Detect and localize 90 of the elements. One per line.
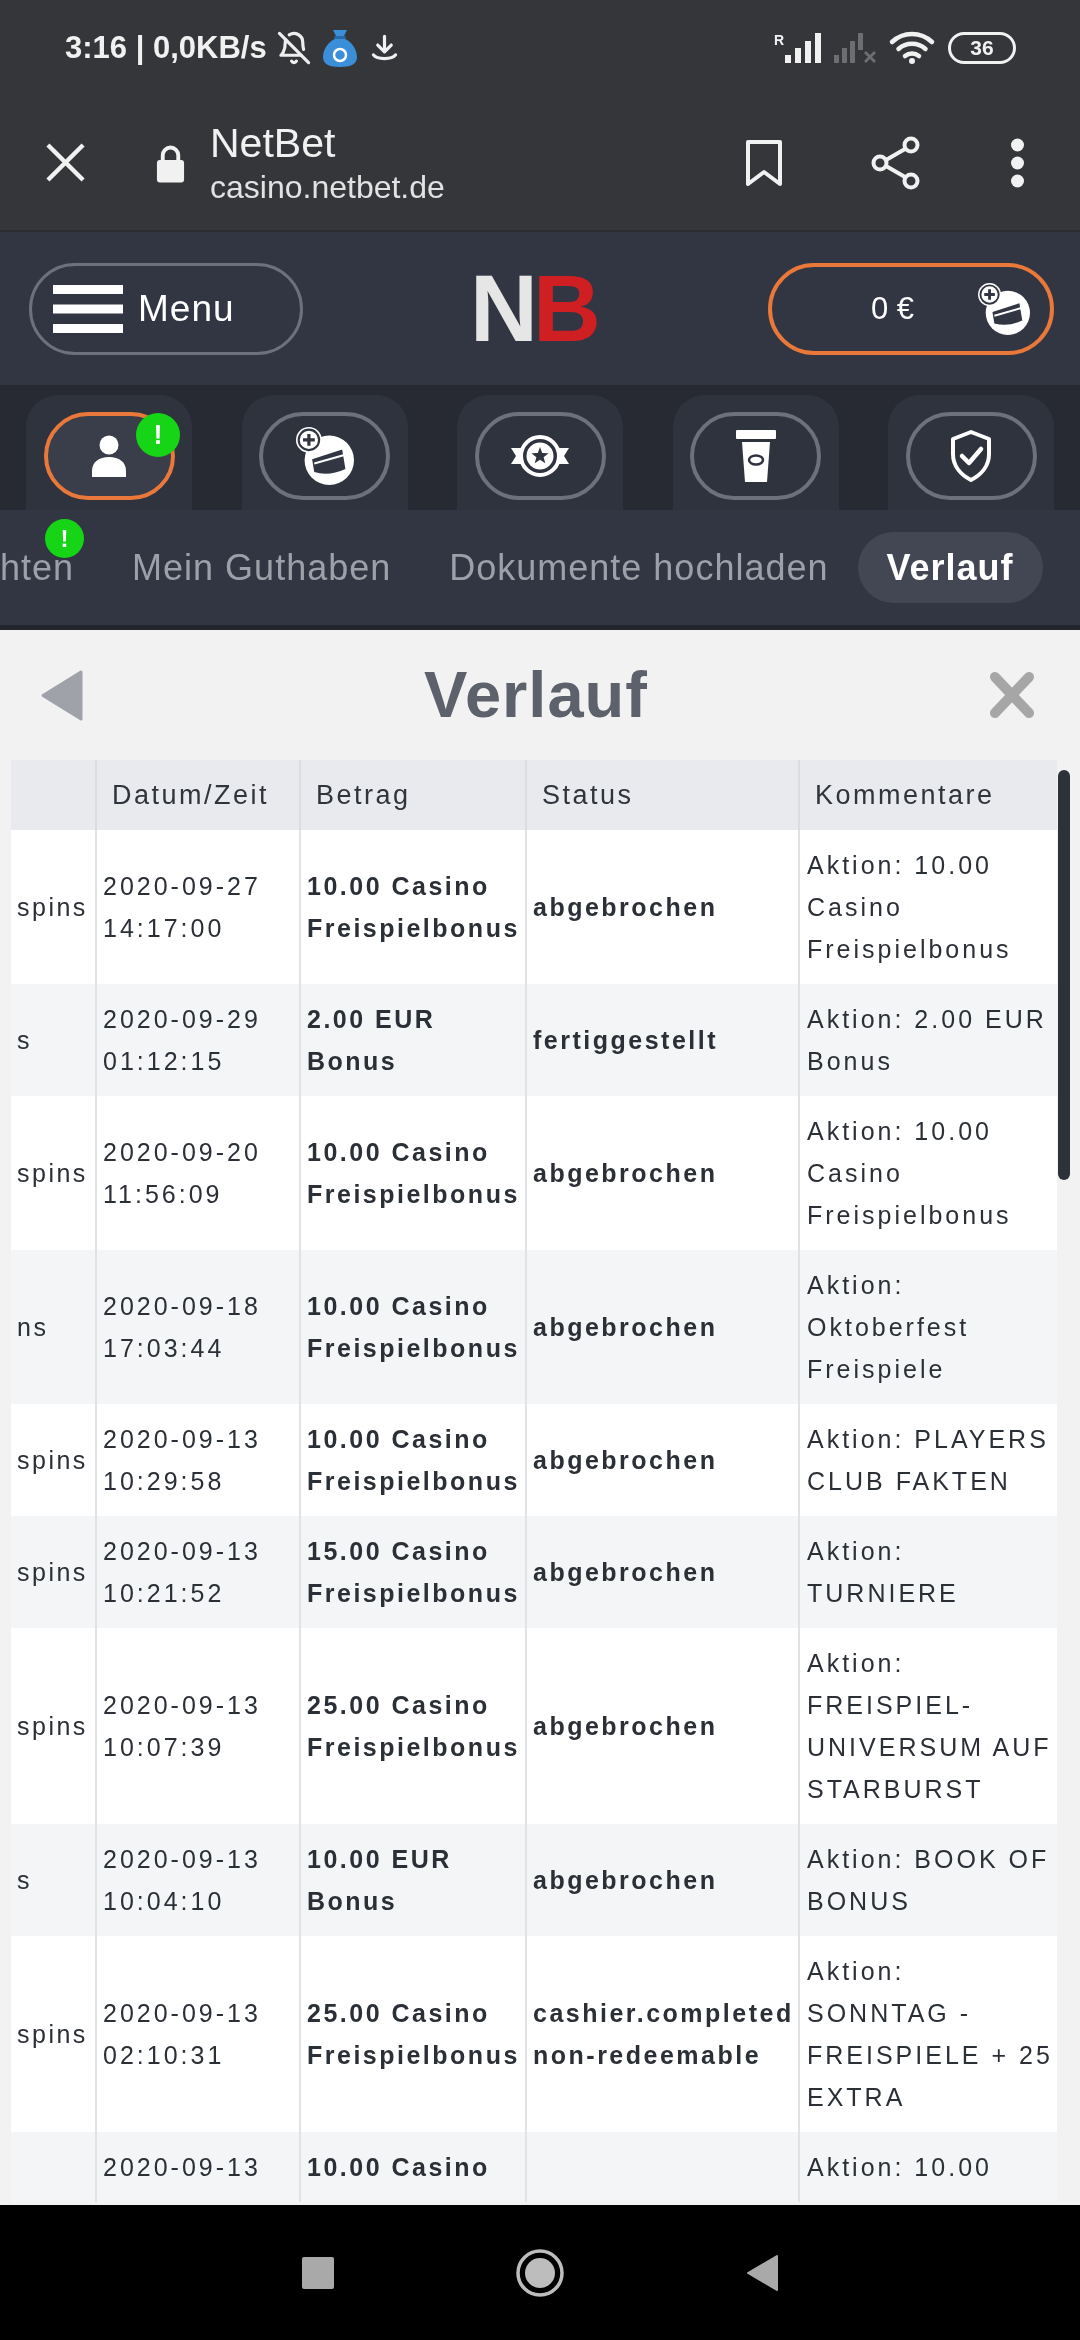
- menu-button[interactable]: Menu: [29, 262, 303, 355]
- table-cell: 2.00 EUR Bonus: [300, 984, 526, 1096]
- table-cell: 2020-09-13 10:21:52: [96, 1516, 300, 1628]
- star-badge-icon: [509, 433, 571, 479]
- table-cell: s: [11, 984, 96, 1096]
- page-url: casino.netbet.de: [210, 167, 445, 207]
- table-cell: fertiggestellt: [526, 984, 799, 1096]
- column-header: Datum/Zeit: [96, 760, 300, 830]
- table-cell: Aktion: 2.00 EUR Bonus: [799, 984, 1057, 1096]
- roaming-label: R: [773, 32, 784, 47]
- table-cell: 2020-09-13 10:04:10: [96, 1824, 300, 1936]
- table-cell: abgebrochen: [526, 1516, 799, 1628]
- table-cell: abgebrochen: [526, 1628, 799, 1824]
- table-cell: Aktion: PLAYERS CLUB FAKTEN: [799, 1404, 1057, 1516]
- table-cell: Aktion: 10.00: [799, 2132, 1057, 2202]
- wifi-icon: [889, 30, 935, 65]
- page-title: NetBet: [210, 118, 336, 167]
- menu-icon: [53, 284, 123, 333]
- recents-icon[interactable]: [301, 2256, 334, 2289]
- table-cell: abgebrochen: [526, 830, 799, 984]
- table-cell: 10.00 Casino Freispielbonus: [300, 1096, 526, 1250]
- table-cell: Aktion: FREISPIEL-UNIVERSUM AUF STARBURST: [799, 1628, 1057, 1824]
- table-cell: abgebrochen: [526, 1250, 799, 1404]
- table-cell: Aktion: BOOK OF BONUS: [799, 1824, 1057, 1936]
- battery-indicator: 36: [948, 31, 1016, 64]
- cup-icon: [735, 430, 776, 482]
- table-cell: 10.00 EUR Bonus: [300, 1824, 526, 1936]
- share-icon[interactable]: [871, 135, 921, 190]
- table-cell: 2020-09-27 14:17:00: [96, 830, 300, 984]
- table-cell: Aktion: TURNIERE: [799, 1516, 1057, 1628]
- sub-tab[interactable]: Dokumente hochladen: [420, 532, 858, 603]
- no-signal-icon: [834, 32, 876, 63]
- account-tab[interactable]: [905, 412, 1037, 500]
- money-bag-icon: [320, 27, 359, 68]
- table-cell: 2020-09-13 10:07:39: [96, 1628, 300, 1824]
- account-tab[interactable]: [474, 412, 606, 500]
- column-header: Betrag: [300, 760, 526, 830]
- status-clock: 3:16 | 0,0KB/s: [65, 29, 267, 66]
- table-cell: abgebrochen: [526, 1824, 799, 1936]
- balance-button[interactable]: 0 €: [768, 262, 1054, 355]
- table-cell: 25.00 Casino Freispielbonus: [300, 1628, 526, 1824]
- table-cell: Aktion: 10.00 Casino Freispielbonus: [799, 830, 1057, 984]
- table-cell: abgebrochen: [526, 1096, 799, 1250]
- download-icon: [370, 34, 398, 61]
- table-cell: 2020-09-13 10:29:58: [96, 1404, 300, 1516]
- home-icon[interactable]: [515, 2248, 564, 2297]
- signal-icon: [785, 32, 821, 63]
- account-tab[interactable]: [690, 412, 821, 500]
- table-cell: 10.00 Casino Freispielbonus: [300, 830, 526, 984]
- table-cell: 2020-09-18 17:03:44: [96, 1250, 300, 1404]
- table-cell: spins: [11, 1936, 96, 2132]
- shield-check-icon: [949, 429, 993, 483]
- table-cell: 2020-09-13: [96, 2132, 300, 2202]
- user-icon: [91, 435, 127, 477]
- card-plus-icon: [978, 282, 1030, 335]
- bookmark-icon[interactable]: [745, 138, 783, 187]
- panel-title: Verlauf: [424, 657, 648, 733]
- table-cell: 2020-09-29 01:12:15: [96, 984, 300, 1096]
- more-options-icon[interactable]: [1009, 136, 1026, 189]
- account-tab[interactable]: [259, 412, 390, 500]
- table-cell: 10.00 Casino Freispielbonus: [300, 1250, 526, 1404]
- sub-tab[interactable]: Mein Guthaben: [103, 532, 421, 603]
- table-cell: 2020-09-20 11:56:09: [96, 1096, 300, 1250]
- table-cell: abgebrochen: [526, 1404, 799, 1516]
- sub-tab[interactable]: Verlauf: [857, 532, 1043, 603]
- table-cell: 25.00 Casino Freispielbonus: [300, 1936, 526, 2132]
- alert-badge: !: [136, 413, 180, 457]
- table-cell: 2020-09-13 02:10:31: [96, 1936, 300, 2132]
- bell-off-icon: [278, 31, 309, 64]
- table-cell: s: [11, 1824, 96, 1936]
- table-cell: Aktion: Oktoberfest Freispiele: [799, 1250, 1057, 1404]
- table-cell: 10.00 Casino: [300, 2132, 526, 2202]
- column-header: Status: [526, 760, 799, 830]
- table-cell: spins: [11, 1404, 96, 1516]
- table-cell: cashier.completed non-redeemable: [526, 1936, 799, 2132]
- table-cell: spins: [11, 830, 96, 984]
- scrollbar-thumb[interactable]: [1058, 770, 1070, 1180]
- table-cell: spins: [11, 1096, 96, 1250]
- table-cell: spins: [11, 1628, 96, 1824]
- column-header: Kommentare: [799, 760, 1057, 830]
- back-icon[interactable]: [745, 2253, 779, 2292]
- table-cell: 10.00 Casino Freispielbonus: [300, 1404, 526, 1516]
- alert-badge: !: [45, 519, 84, 558]
- table-cell: spins: [11, 1516, 96, 1628]
- logo: NB: [470, 268, 598, 349]
- card-plus-icon: [295, 427, 354, 485]
- table-cell: ns: [11, 1250, 96, 1404]
- table-cell: Aktion: 10.00 Casino Freispielbonus: [799, 1096, 1057, 1250]
- table-cell: 15.00 Casino Freispielbonus: [300, 1516, 526, 1628]
- table-cell: Aktion: SONNTAG - FREISPIELE + 25 EXTRA: [799, 1936, 1057, 2132]
